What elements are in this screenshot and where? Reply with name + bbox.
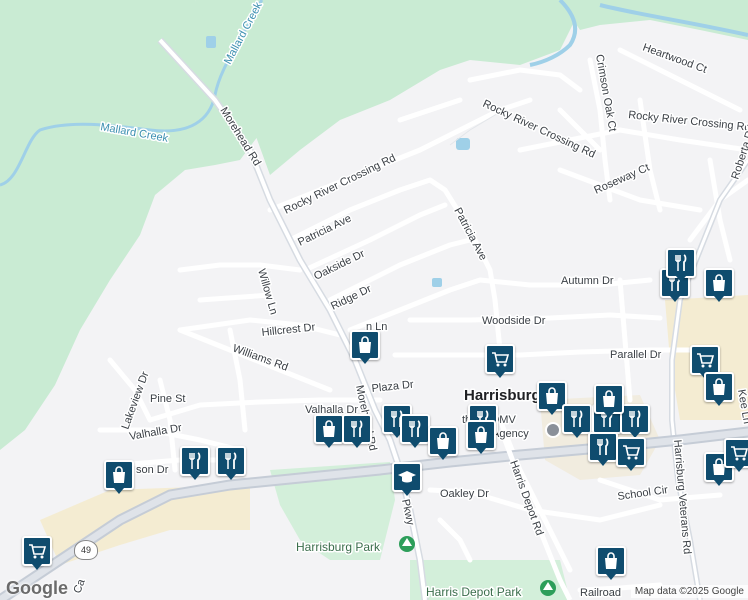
shopping-bag-pin[interactable] [350, 330, 380, 364]
label-woodside-dr: Woodside Dr [482, 315, 546, 327]
shopping-cart-icon [690, 345, 720, 375]
restaurant-icon [342, 414, 372, 444]
shopping-bag-icon [428, 426, 458, 456]
shopping-bag-pin[interactable] [704, 268, 734, 302]
park-pin-icon[interactable] [540, 580, 556, 596]
restaurant-pin[interactable] [588, 432, 618, 466]
pond-1 [456, 138, 470, 150]
label-oakley-dr: Oakley Dr [440, 488, 489, 500]
shopping-bag-pin[interactable] [596, 546, 626, 580]
pond-2 [432, 278, 442, 287]
restaurant-pin[interactable] [342, 414, 372, 448]
shopping-bag-pin[interactable] [428, 426, 458, 460]
shopping-bag-icon [594, 384, 624, 414]
label-autumn-dr: Autumn Dr [561, 275, 614, 287]
shopping-bag-pin[interactable] [104, 460, 134, 494]
restaurant-icon [588, 432, 618, 462]
shopping-cart-pin[interactable] [22, 536, 52, 570]
label-harrisburg-park: Harrisburg Park [296, 540, 381, 554]
pond-3 [206, 36, 216, 48]
shopping-bag-icon [466, 420, 496, 450]
shopping-cart-pin[interactable] [485, 344, 515, 378]
restaurant-pin[interactable] [180, 446, 210, 480]
shopping-bag-icon [704, 372, 734, 402]
school-icon [392, 462, 422, 492]
restaurant-icon [180, 446, 210, 476]
shopping-bag-icon [104, 460, 134, 490]
shopping-bag-icon [596, 546, 626, 576]
route-49-shield: 49 [74, 540, 98, 560]
shopping-cart-icon [724, 438, 748, 468]
map-attribution[interactable]: Map data ©2025 Google [630, 585, 748, 598]
government-pin-icon[interactable] [545, 422, 561, 438]
shopping-cart-icon [22, 536, 52, 566]
label-harris-depot-park: Harris Depot Park [426, 585, 522, 599]
shopping-bag-icon [350, 330, 380, 360]
restaurant-icon [400, 414, 430, 444]
restaurant-icon [666, 248, 696, 278]
restaurant-pin[interactable] [666, 248, 696, 282]
label-railroad: Railroad [580, 587, 621, 599]
school-pin[interactable] [392, 462, 422, 496]
park-pin-icon[interactable] [399, 536, 415, 552]
restaurant-pin[interactable] [400, 414, 430, 448]
map-canvas[interactable]: Morehead Rd Morehead Rd Mallard Creek Ma… [0, 0, 748, 600]
shopping-cart-icon [485, 344, 515, 374]
label-town-harrisburg: Harrisburg [464, 387, 541, 404]
restaurant-pin[interactable] [620, 404, 650, 438]
restaurant-icon [216, 446, 246, 476]
shopping-bag-pin[interactable] [594, 384, 624, 418]
shopping-bag-icon [704, 268, 734, 298]
shopping-cart-pin[interactable] [724, 438, 748, 472]
shopping-bag-pin[interactable] [466, 420, 496, 454]
shopping-cart-icon [616, 437, 646, 467]
restaurant-icon [562, 404, 592, 434]
restaurant-icon [620, 404, 650, 434]
shopping-cart-pin[interactable] [616, 437, 646, 471]
label-pine-st: Pine St [150, 393, 185, 405]
label-parallel-dr: Parallel Dr [610, 349, 662, 361]
shopping-bag-icon [314, 414, 344, 444]
restaurant-pin[interactable] [216, 446, 246, 480]
google-logo[interactable]: Google [6, 578, 68, 599]
shopping-bag-pin[interactable] [314, 414, 344, 448]
label-son-dr: son Dr [136, 464, 169, 476]
shopping-bag-pin[interactable] [704, 372, 734, 406]
